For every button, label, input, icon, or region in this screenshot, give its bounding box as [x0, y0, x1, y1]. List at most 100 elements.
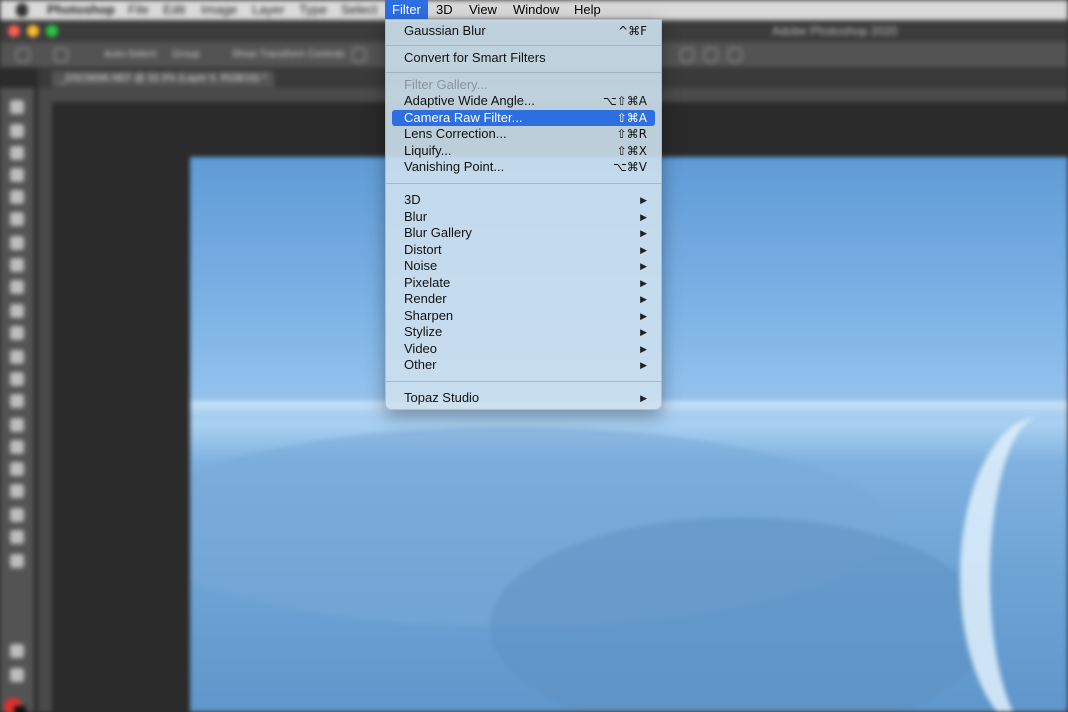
menu-item-label: Blur Gallery — [404, 225, 472, 240]
menu-item-label: Sharpen — [404, 308, 454, 323]
menu-item-noise-submenu[interactable]: Noise ▶ — [392, 258, 655, 274]
menu-edit[interactable]: Edit — [163, 2, 185, 17]
menu-item-blur-submenu[interactable]: Blur ▶ — [392, 209, 655, 225]
show-transform-controls[interactable]: Show Transform Controls — [232, 49, 345, 60]
dodge-tool-icon[interactable] — [10, 394, 24, 408]
menu-filter[interactable]: Filter — [385, 0, 428, 20]
move-tool-icon[interactable] — [54, 48, 68, 62]
submenu-arrow-icon: ▶ — [640, 311, 647, 321]
menu-item-blur-gallery-submenu[interactable]: Blur Gallery ▶ — [392, 225, 655, 241]
menu-item-label: Vanishing Point... — [404, 159, 505, 174]
menu-separator — [386, 72, 661, 73]
menu-image[interactable]: Image — [201, 2, 237, 17]
submenu-arrow-icon: ▶ — [640, 327, 647, 337]
menu-layer[interactable]: Layer — [252, 2, 285, 17]
hand-tool-icon[interactable] — [10, 508, 24, 522]
menu-separator — [386, 381, 661, 382]
background-color-swatch[interactable] — [14, 706, 26, 712]
apple-icon[interactable] — [16, 3, 28, 17]
menu-item-liquify[interactable]: Liquify... ⇧⌘X — [392, 143, 655, 159]
quick-mask-icon[interactable] — [10, 644, 24, 658]
minimize-window-button[interactable] — [27, 25, 39, 37]
auto-select-label[interactable]: Auto-Select: — [104, 49, 158, 60]
menu-item-gaussian-blur[interactable]: Gaussian Blur ^⌘F — [392, 23, 655, 39]
crop-tool-icon[interactable] — [10, 190, 24, 204]
gradient-tool-icon[interactable] — [10, 350, 24, 364]
home-icon[interactable] — [16, 48, 30, 62]
align-icon[interactable] — [352, 48, 366, 62]
menu-item-sharpen-submenu[interactable]: Sharpen ▶ — [392, 308, 655, 324]
menu-item-distort-submenu[interactable]: Distort ▶ — [392, 242, 655, 258]
submenu-arrow-icon: ▶ — [640, 245, 647, 255]
menu-type[interactable]: Type — [299, 2, 327, 17]
menubar-right: Filter 3D View Window Help — [385, 0, 615, 20]
eraser-icon[interactable] — [10, 326, 24, 340]
menu-item-label: 3D — [404, 192, 421, 207]
submenu-arrow-icon: ▶ — [640, 228, 647, 238]
menu-file[interactable]: File — [128, 2, 149, 17]
menu-item-video-submenu[interactable]: Video ▶ — [392, 341, 655, 357]
menu-window[interactable]: Window — [506, 0, 566, 20]
menu-item-shortcut: ⇧⌘A — [616, 111, 647, 125]
window-title: Adobe Photoshop 2020 — [772, 24, 898, 38]
menu-item-3d-submenu[interactable]: 3D ▶ — [392, 192, 655, 208]
menu-photoshop[interactable]: Photoshop — [47, 2, 115, 17]
menu-item-camera-raw-filter[interactable]: Camera Raw Filter... ⇧⌘A — [392, 110, 655, 126]
eyedropper-icon[interactable] — [10, 212, 24, 226]
menu-separator — [386, 45, 661, 46]
menu-item-label: Blur — [404, 209, 428, 224]
menu-item-vanishing-point[interactable]: Vanishing Point... ⌥⌘V — [392, 159, 655, 175]
submenu-arrow-icon: ▶ — [640, 261, 647, 271]
menu-item-convert-smart-filters[interactable]: Convert for Smart Filters — [392, 50, 655, 66]
magic-wand-icon[interactable] — [10, 168, 24, 182]
3d-mode-icon[interactable] — [680, 48, 694, 62]
menu-item-lens-correction[interactable]: Lens Correction... ⇧⌘R — [392, 126, 655, 142]
marquee-tool-icon[interactable] — [10, 124, 24, 138]
menu-item-other-submenu[interactable]: Other ▶ — [392, 357, 655, 373]
menu-item-shortcut: ⇧⌘R — [616, 127, 647, 141]
menu-item-shortcut: ⌥⌘V — [612, 160, 647, 174]
menu-item-label: Pixelate — [404, 275, 451, 290]
pen-tool-icon[interactable] — [10, 418, 24, 432]
submenu-arrow-icon: ▶ — [640, 212, 647, 222]
menu-help[interactable]: Help — [567, 0, 608, 20]
group-select[interactable]: Group — [172, 49, 200, 60]
menu-select[interactable]: Select — [341, 2, 377, 17]
menu-item-topaz-studio[interactable]: Topaz Studio ▶ — [392, 390, 655, 406]
edit-toolbar-icon[interactable] — [10, 554, 24, 568]
menu-view[interactable]: View — [462, 0, 504, 20]
healing-brush-icon[interactable] — [10, 236, 24, 250]
blur-tool-icon[interactable] — [10, 372, 24, 386]
menu-item-adaptive-wide-angle[interactable]: Adaptive Wide Angle... ⌥⇧⌘A — [392, 93, 655, 109]
type-tool-icon[interactable] — [10, 440, 24, 454]
path-selection-icon[interactable] — [10, 462, 24, 476]
menu-item-pixelate-submenu[interactable]: Pixelate ▶ — [392, 275, 655, 291]
document-tab[interactable]: _DSC8696.NEF @ 33.3% (Layer 0, RGB/16) * — [52, 71, 275, 87]
3d-rotate-icon[interactable] — [704, 48, 718, 62]
menu-item-stylize-submenu[interactable]: Stylize ▶ — [392, 324, 655, 340]
video-camera-icon[interactable] — [728, 48, 742, 62]
menu-item-label: Distort — [404, 242, 442, 257]
zoom-window-button[interactable] — [46, 25, 58, 37]
brush-tool-icon[interactable] — [10, 258, 24, 272]
lasso-tool-icon[interactable] — [10, 146, 24, 160]
menu-item-label: Noise — [404, 258, 438, 273]
zoom-tool-icon[interactable] — [10, 530, 24, 544]
history-brush-icon[interactable] — [10, 304, 24, 318]
menu-item-label: Adaptive Wide Angle... — [404, 93, 535, 108]
close-window-button[interactable] — [8, 25, 20, 37]
menu-item-label: Other — [404, 357, 437, 372]
menu-item-label: Liquify... — [404, 143, 452, 158]
tools-panel — [0, 88, 34, 712]
menu-item-label: Lens Correction... — [404, 126, 507, 141]
clone-stamp-icon[interactable] — [10, 280, 24, 294]
menu-item-shortcut: ⌥⇧⌘A — [602, 94, 647, 108]
menu-item-render-submenu[interactable]: Render ▶ — [392, 291, 655, 307]
move-tool-icon[interactable] — [10, 100, 24, 114]
menu-item-label: Camera Raw Filter... — [404, 110, 523, 125]
rectangle-tool-icon[interactable] — [10, 484, 24, 498]
submenu-arrow-icon: ▶ — [640, 360, 647, 370]
screen-mode-icon[interactable] — [10, 668, 24, 682]
menu-3d[interactable]: 3D — [429, 0, 460, 20]
image-shoreline — [960, 417, 1068, 712]
